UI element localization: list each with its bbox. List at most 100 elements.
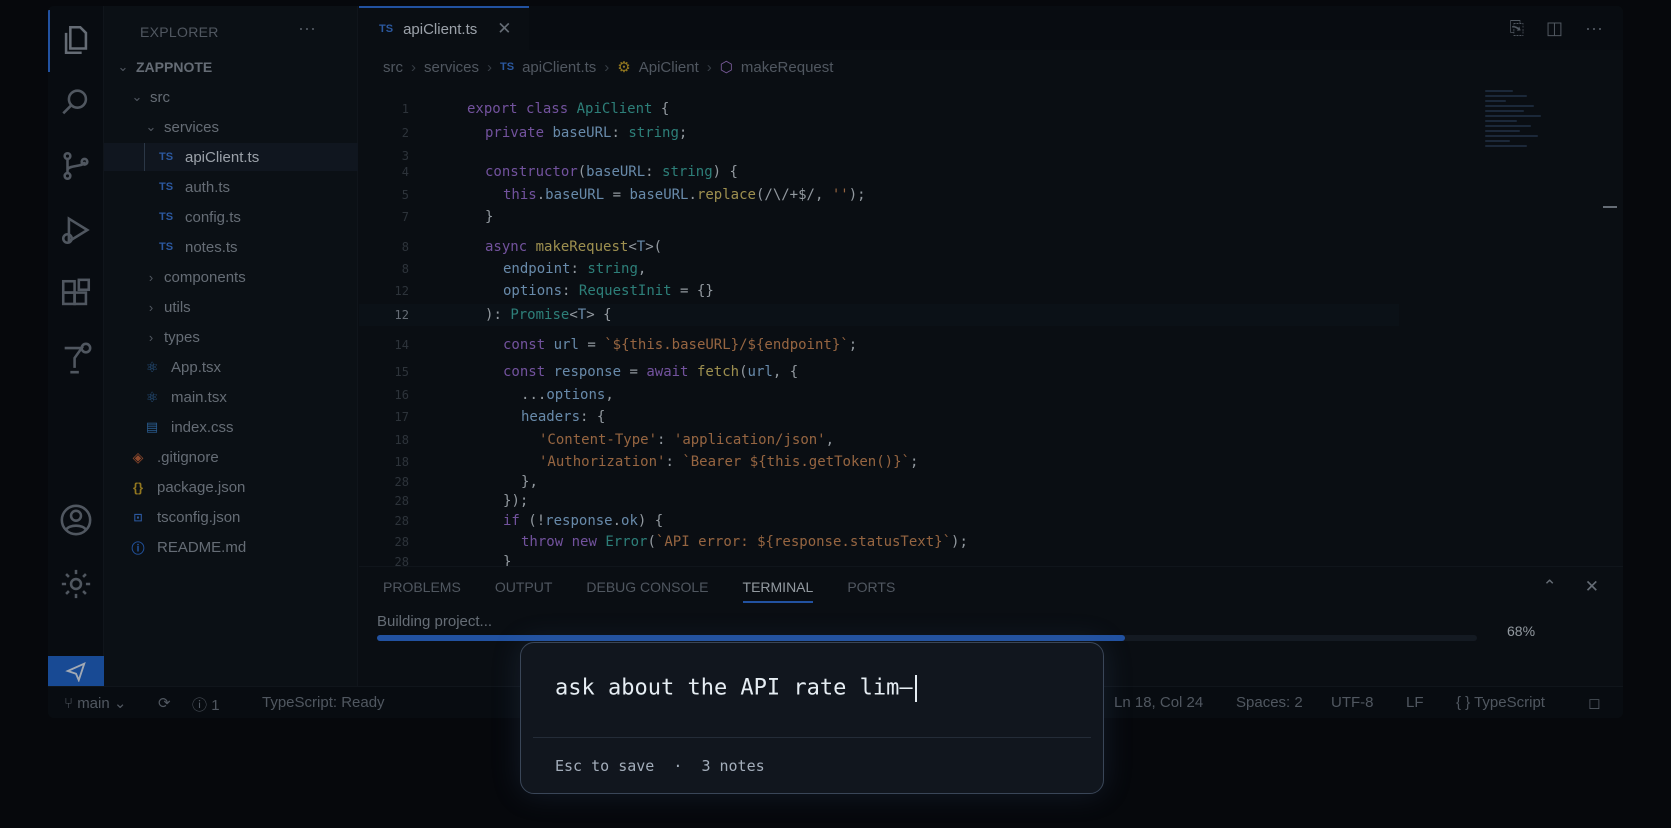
notifications-bell-icon[interactable]: ◻: [1588, 694, 1600, 712]
code-text: }: [485, 209, 494, 225]
account-icon[interactable]: [56, 500, 96, 540]
code-text: ): Promise<T> {: [485, 307, 612, 323]
search-icon[interactable]: [56, 82, 96, 122]
split-editor-icon[interactable]: ◫: [1546, 18, 1563, 39]
chevron-right-icon: ›: [411, 58, 416, 76]
line-number: 4: [401, 165, 409, 179]
problems-status[interactable]: ⓘ 1: [192, 694, 220, 715]
source-control-icon[interactable]: [56, 146, 96, 186]
code-line[interactable]: 2 private baseURL: string;: [359, 122, 1399, 144]
line-number: 12: [394, 284, 409, 298]
encoding-status[interactable]: UTF-8: [1331, 694, 1374, 711]
more-actions-icon[interactable]: ···: [1585, 18, 1603, 39]
cursor-position[interactable]: Ln 18, Col 24: [1114, 694, 1203, 711]
files-icon[interactable]: [56, 20, 96, 60]
extensions-icon[interactable]: [56, 274, 96, 314]
minimap[interactable]: [1485, 90, 1555, 170]
tree-file-app[interactable]: ⚛ App.tsx: [104, 353, 358, 381]
tree-file-apiclient[interactable]: TS apiClient.ts: [104, 143, 358, 171]
breadcrumb-item[interactable]: ApiClient: [639, 59, 699, 76]
tree-file-config[interactable]: TS config.ts: [104, 203, 358, 231]
code-line[interactable]: 8 endpoint: string,: [359, 258, 1399, 280]
tab-label: apiClient.ts: [403, 20, 478, 38]
scrollbar-marker[interactable]: [1603, 206, 1617, 208]
tree-file-index-css[interactable]: ▤ index.css: [104, 413, 358, 441]
tree-label: tsconfig.json: [157, 508, 241, 526]
tree-label: apiClient.ts: [185, 148, 260, 166]
tree-label: main.tsx: [171, 388, 227, 406]
code-line[interactable]: 28 if (!response.ok) {: [359, 510, 1399, 532]
run-debug-icon[interactable]: [56, 210, 96, 250]
settings-gear-icon[interactable]: [56, 564, 96, 604]
language-mode[interactable]: { } TypeScript: [1456, 694, 1545, 711]
tree-file-package-json[interactable]: {} package.json: [104, 473, 358, 501]
tree-label: components: [164, 268, 246, 286]
indentation-status[interactable]: Spaces: 2: [1236, 694, 1303, 711]
breadcrumb-item[interactable]: src: [383, 59, 403, 76]
code-line[interactable]: 28 throw new Error(`API error: ${response…: [359, 531, 1399, 553]
code-line[interactable]: 4 constructor(baseURL: string) {: [359, 161, 1399, 183]
code-line[interactable]: 14 const url = `${this.baseURL}/${endpoin…: [359, 334, 1399, 356]
breadcrumb-item[interactable]: services: [424, 59, 479, 76]
note-input[interactable]: ask about the API rate lim—: [555, 675, 1075, 711]
code-line[interactable]: 28});: [359, 490, 1399, 512]
code-line[interactable]: 12): Promise<T> {: [359, 304, 1399, 326]
tree-folder-services[interactable]: ⌄ services: [104, 113, 358, 141]
tree-file-gitignore[interactable]: ◈ .gitignore: [104, 443, 358, 471]
chevron-right-icon: ›: [706, 58, 712, 76]
tab-debug-console[interactable]: DEBUG CONSOLE: [586, 579, 708, 603]
tree-folder-types[interactable]: › types: [104, 323, 358, 351]
tab-apiclient[interactable]: TS apiClient.ts ✕: [359, 6, 529, 50]
tree-folder-components[interactable]: › components: [104, 263, 358, 291]
code-line[interactable]: 18 'Content-Type': 'application/json',: [359, 429, 1399, 451]
editor-window: EXPLORER ··· ⌄ ZAPPNOTE ⌄ src ⌄ services…: [48, 6, 1623, 718]
tree-root-folder[interactable]: ⌄ ZAPPNOTE: [104, 53, 358, 81]
tab-output[interactable]: OUTPUT: [495, 579, 553, 603]
code-line[interactable]: 17 headers: {: [359, 406, 1399, 428]
explorer-more-icon[interactable]: ···: [298, 18, 316, 39]
editor-area: TS apiClient.ts ✕ ⎘ ◫ ··· src › services…: [359, 6, 1623, 570]
method-symbol-icon: ⬡: [719, 59, 733, 76]
tree-label: src: [150, 88, 170, 106]
breadcrumb-item[interactable]: makeRequest: [741, 59, 834, 76]
tree-file-readme[interactable]: ⓘ README.md: [104, 533, 358, 561]
code-line[interactable]: 18 'Authorization': `Bearer ${this.getTok…: [359, 451, 1399, 473]
code-editor[interactable]: 1 export class ApiClient {2 private baseUR…: [359, 90, 1623, 570]
close-panel-icon[interactable]: ✕: [1585, 577, 1599, 597]
tab-terminal[interactable]: TERMINAL: [742, 579, 814, 603]
code-line[interactable]: 16 ...options,: [359, 384, 1399, 406]
line-number: 17: [394, 410, 409, 424]
tree-label: utils: [164, 298, 191, 316]
open-changes-icon[interactable]: ⎘: [1510, 18, 1524, 39]
tree-folder-utils[interactable]: › utils: [104, 293, 358, 321]
tree-file-notes[interactable]: TS notes.ts: [104, 233, 358, 261]
line-number: 28: [394, 494, 409, 508]
code-line[interactable]: 15 const response = await fetch(url, {: [359, 361, 1399, 383]
maximize-panel-icon[interactable]: ⌃: [1543, 577, 1557, 597]
tree-file-auth[interactable]: TS auth.ts: [104, 173, 358, 201]
code-line[interactable]: 12 options: RequestInit = {}: [359, 280, 1399, 302]
code-line[interactable]: 7}: [359, 206, 1399, 228]
language-name: TypeScript: [1474, 694, 1545, 711]
tab-problems[interactable]: PROBLEMS: [383, 579, 461, 603]
remote-indicator-button[interactable]: [48, 656, 104, 686]
code-line[interactable]: 8 async makeRequest<T>(: [359, 236, 1399, 258]
tree-folder-src[interactable]: ⌄ src: [104, 83, 358, 111]
breadcrumb-item[interactable]: apiClient.ts: [522, 59, 596, 76]
branch-status[interactable]: ⑂ main ⌄: [64, 694, 126, 712]
typescript-status[interactable]: TypeScript: Ready: [262, 694, 385, 711]
react-file-icon: ⚛: [145, 388, 159, 405]
tree-file-tsconfig[interactable]: ⊡ tsconfig.json: [104, 503, 358, 531]
tab-ports[interactable]: PORTS: [847, 579, 895, 603]
info-file-icon: ⓘ: [131, 540, 145, 556]
code-text: constructor(baseURL: string) {: [485, 164, 738, 180]
eol-status[interactable]: LF: [1406, 694, 1424, 711]
close-tab-icon[interactable]: ✕: [497, 19, 511, 39]
code-text: if (!response.ok) {: [503, 513, 664, 529]
sync-icon[interactable]: ⟳: [158, 694, 171, 712]
tree-file-main[interactable]: ⚛ main.tsx: [104, 383, 358, 411]
testing-icon[interactable]: [56, 338, 96, 378]
code-line[interactable]: 1 export class ApiClient {: [359, 98, 1399, 120]
line-number: 16: [394, 388, 409, 402]
code-line[interactable]: 5 this.baseURL = baseURL.replace(/\/+$/, …: [359, 184, 1399, 206]
